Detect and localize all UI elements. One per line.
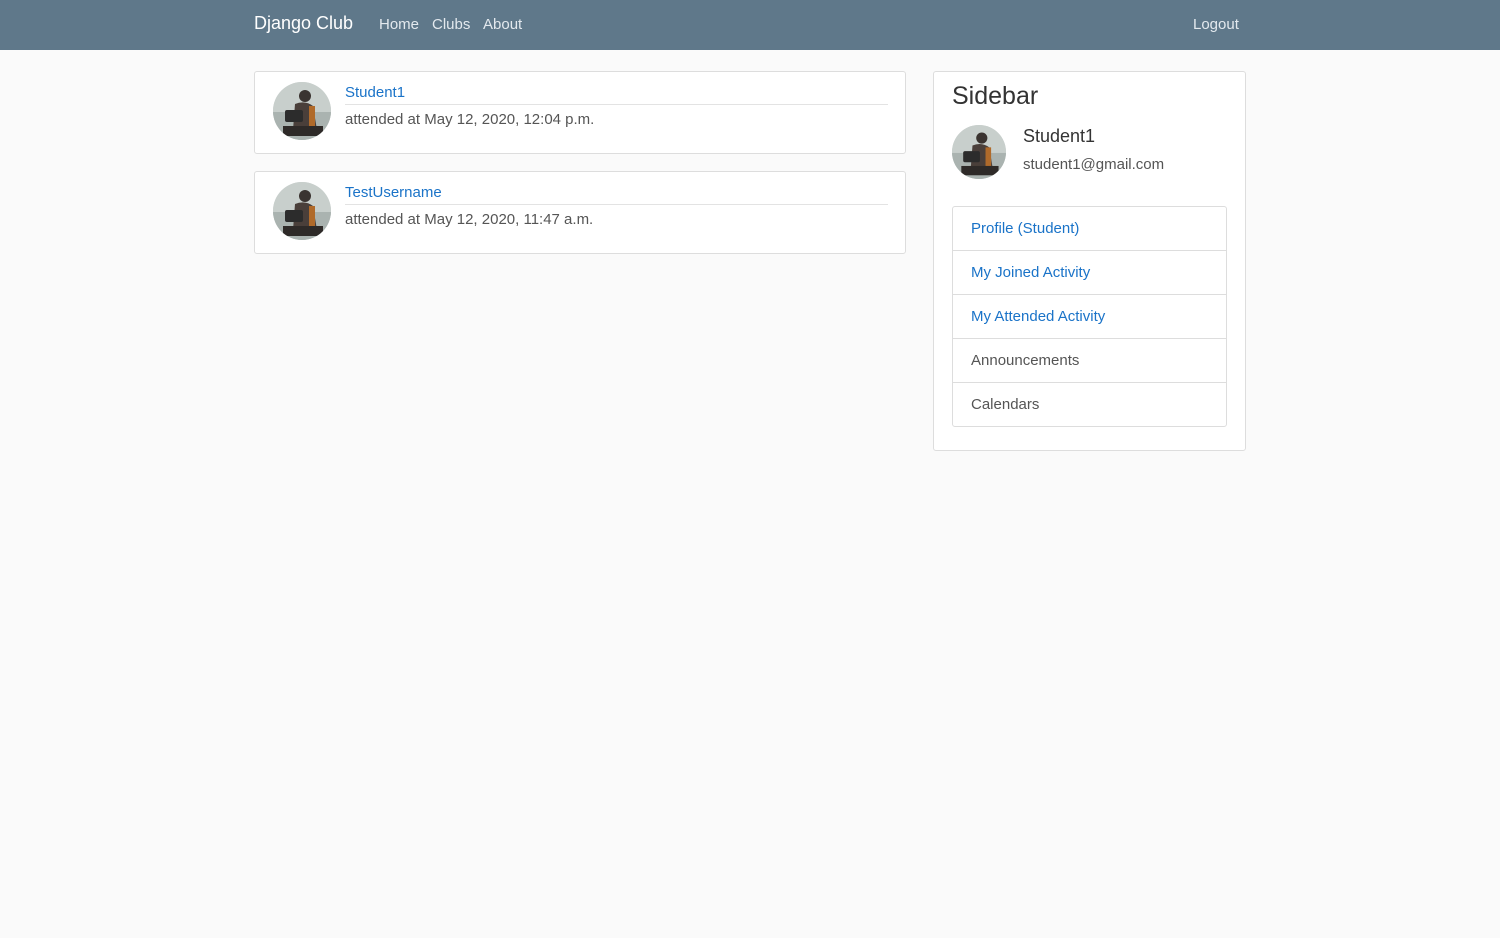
user-avatar [273,182,331,240]
sidebar-title: Sidebar [952,82,1039,110]
sidebar-avatar [952,125,1006,179]
brand-link[interactable]: Django Club [254,13,353,34]
sidebar-item-attended-activity[interactable]: My Attended Activity [953,295,1226,339]
sidebar-item-announcements[interactable]: Announcements [953,339,1226,383]
activity-card: TestUsername attended at May 12, 2020, 1… [254,171,906,254]
activity-card: Student1 attended at May 12, 2020, 12:04… [254,71,906,154]
sidebar-item-joined-activity[interactable]: My Joined Activity [953,251,1226,295]
sidebar-menu: Profile (Student) My Joined Activity My … [952,206,1227,427]
top-navbar: Django Club Home Clubs About Logout [0,0,1500,50]
activity-text: attended at May 12, 2020, 12:04 p.m. [345,111,595,128]
sidebar-item-profile[interactable]: Profile (Student) [953,207,1226,251]
sidebar-panel: Sidebar Student1 student1@gmail.com Prof… [933,71,1246,451]
logout-link[interactable]: Logout [1193,16,1239,33]
nav-clubs-link[interactable]: Clubs [432,16,470,33]
sidebar-item-calendars[interactable]: Calendars [953,383,1226,426]
divider [345,104,888,105]
divider [345,204,888,205]
nav-home-link[interactable]: Home [379,16,419,33]
author-link[interactable]: Student1 [345,84,405,101]
sidebar-user-email: student1@gmail.com [1023,156,1165,173]
nav-about-link[interactable]: About [483,16,522,33]
sidebar-user-name: Student1 [1023,126,1096,146]
activity-text: attended at May 12, 2020, 11:47 a.m. [345,211,594,228]
user-avatar [273,82,331,140]
author-link[interactable]: TestUsername [345,184,442,201]
